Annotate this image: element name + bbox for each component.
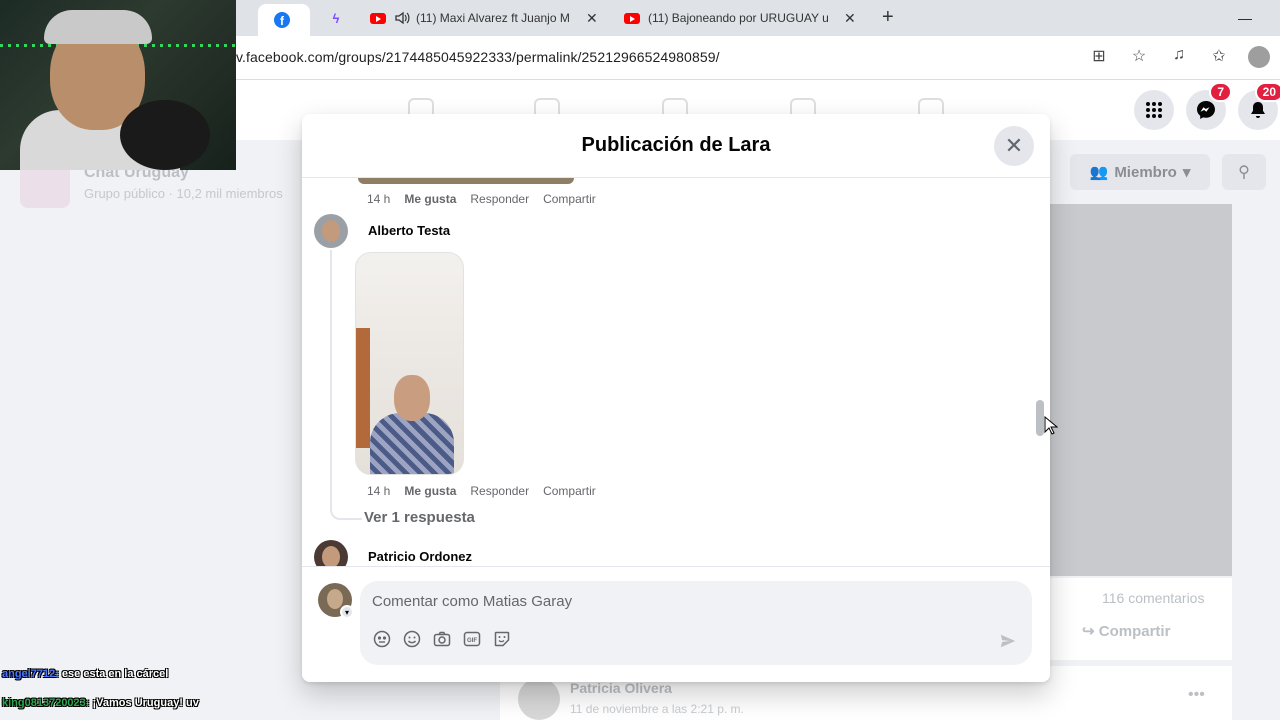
search-icon[interactable]: ⚲ — [1222, 154, 1266, 190]
favorites-icon[interactable]: ✩ — [1208, 46, 1230, 68]
members-icon: 👥 — [1089, 164, 1109, 181]
bell-icon — [1251, 102, 1265, 118]
thread-line — [330, 250, 332, 508]
see-replies-link[interactable]: Ver 1 respuesta — [364, 509, 475, 526]
chat-username: angel7712: — [2, 668, 59, 680]
profile-avatar[interactable] — [1248, 46, 1270, 68]
svg-text:GIF: GIF — [467, 638, 477, 644]
tab-title: (11) Maxi Alvarez ft Juanjo M — [416, 11, 570, 25]
apps-grid-icon[interactable]: ⊞ — [1088, 46, 1110, 68]
tab-title: (11) Bajoneando por URUGUAY u — [648, 11, 829, 25]
microphone-icon — [120, 100, 210, 170]
composer-tools: GIF — [372, 629, 512, 649]
comment-actions: 14 h Me gusta Responder Compartir — [367, 192, 596, 206]
post-modal: Publicación de Lara ✕ 14 h Me gusta Resp… — [302, 114, 1050, 682]
stream-chat-line: king0813720023: ¡Vamos Uruguay! uv — [2, 697, 199, 709]
notifications-button[interactable]: 20 — [1238, 82, 1280, 130]
stream-chat-line: angel7712: ese esta en la cárcel — [2, 668, 168, 680]
youtube-icon — [624, 10, 640, 26]
tab-messenger[interactable]: ϟ — [322, 4, 352, 32]
avatar[interactable] — [518, 678, 560, 720]
minimize-icon[interactable]: — — [1238, 10, 1252, 26]
url-field[interactable]: v.facebook.com/groups/2174485045922333/p… — [236, 49, 720, 65]
messenger-button[interactable]: 7 — [1186, 82, 1232, 130]
messenger-badge: 7 — [1209, 82, 1232, 102]
comment-actions: 14 h Me gusta Responder Compartir — [367, 484, 596, 498]
group-subtitle: Grupo público · 10,2 mil miembros — [84, 186, 283, 201]
share-button[interactable]: ↪ Compartir — [1082, 622, 1170, 640]
avatar[interactable] — [314, 214, 348, 248]
share-button[interactable]: Compartir — [543, 484, 596, 498]
post-image-placeholder — [1050, 204, 1232, 576]
share-icon: ↪ — [1082, 623, 1099, 640]
tab-facebook[interactable]: f — [258, 4, 310, 36]
comment-author[interactable]: Patricio Ordonez — [368, 549, 472, 564]
member-button-label: Miembro — [1114, 163, 1177, 181]
comments-count[interactable]: 116 comentarios — [1102, 590, 1204, 606]
send-icon[interactable] — [996, 629, 1020, 653]
comment-composer: ▾ GIF — [302, 566, 1050, 682]
webcam-overlay — [0, 0, 236, 170]
new-tab-icon[interactable]: + — [882, 6, 894, 29]
emoji-icon[interactable] — [402, 629, 422, 649]
gif-icon[interactable]: GIF — [462, 629, 482, 649]
chat-message: ¡Vamos Uruguay! uv — [89, 697, 199, 709]
messenger-icon: ϟ — [332, 10, 340, 26]
thread-branch — [330, 506, 362, 520]
post-date[interactable]: 11 de noviembre a las 2:21 p. m. — [570, 702, 744, 716]
avatar-sticker-icon[interactable] — [372, 629, 392, 649]
chat-message: ese esta en la cárcel — [58, 668, 169, 680]
close-tab-icon[interactable]: ✕ — [844, 10, 856, 27]
comment-photo[interactable] — [355, 252, 464, 475]
messenger-icon — [1197, 101, 1215, 119]
facebook-icon: f — [274, 12, 290, 28]
comment-image-partial — [358, 178, 574, 184]
close-tab-icon[interactable]: ✕ — [586, 10, 598, 27]
extensions-icon[interactable]: ♫ — [1168, 46, 1190, 68]
modal-title: Publicación de Lara — [581, 134, 771, 156]
close-icon[interactable]: ✕ — [994, 126, 1034, 166]
chat-username: king0813720023: — [2, 697, 90, 709]
notifications-badge: 20 — [1254, 82, 1280, 102]
like-button[interactable]: Me gusta — [404, 192, 456, 206]
speaker-icon — [394, 10, 410, 26]
group-logo — [20, 164, 70, 208]
scrollbar-thumb[interactable] — [1036, 400, 1044, 436]
caret-down-icon: ▾ — [1182, 164, 1191, 181]
share-label: Compartir — [1098, 623, 1171, 640]
avatar[interactable] — [314, 540, 348, 566]
reply-button[interactable]: Responder — [470, 484, 529, 498]
comments-list[interactable]: 14 h Me gusta Responder Compartir Albert… — [302, 178, 1050, 566]
comment-author[interactable]: Alberto Testa — [368, 223, 450, 238]
tab-youtube-2[interactable]: (11) Bajoneando por URUGUAY u ✕ — [620, 4, 870, 32]
more-options-icon[interactable]: ••• — [1188, 686, 1205, 704]
chevron-down-icon[interactable]: ▾ — [340, 605, 354, 619]
camera-icon[interactable] — [432, 629, 452, 649]
post-author[interactable]: Patricia Olivera — [570, 680, 672, 696]
star-icon[interactable]: ☆ — [1128, 46, 1150, 68]
youtube-icon — [370, 10, 386, 26]
like-button[interactable]: Me gusta — [404, 484, 456, 498]
comment-time[interactable]: 14 h — [367, 192, 390, 206]
member-button[interactable]: 👥 Miembro ▾ — [1070, 154, 1210, 190]
menu-grid-icon[interactable] — [1134, 90, 1174, 130]
tab-youtube-1[interactable]: (11) Maxi Alvarez ft Juanjo M ✕ — [364, 4, 612, 32]
sticker-icon[interactable] — [492, 629, 512, 649]
modal-header: Publicación de Lara ✕ — [302, 114, 1050, 178]
comment-input[interactable] — [372, 591, 972, 611]
share-button[interactable]: Compartir — [543, 192, 596, 206]
reply-button[interactable]: Responder — [470, 192, 529, 206]
comment-time[interactable]: 14 h — [367, 484, 390, 498]
comment-box: GIF — [360, 581, 1032, 665]
